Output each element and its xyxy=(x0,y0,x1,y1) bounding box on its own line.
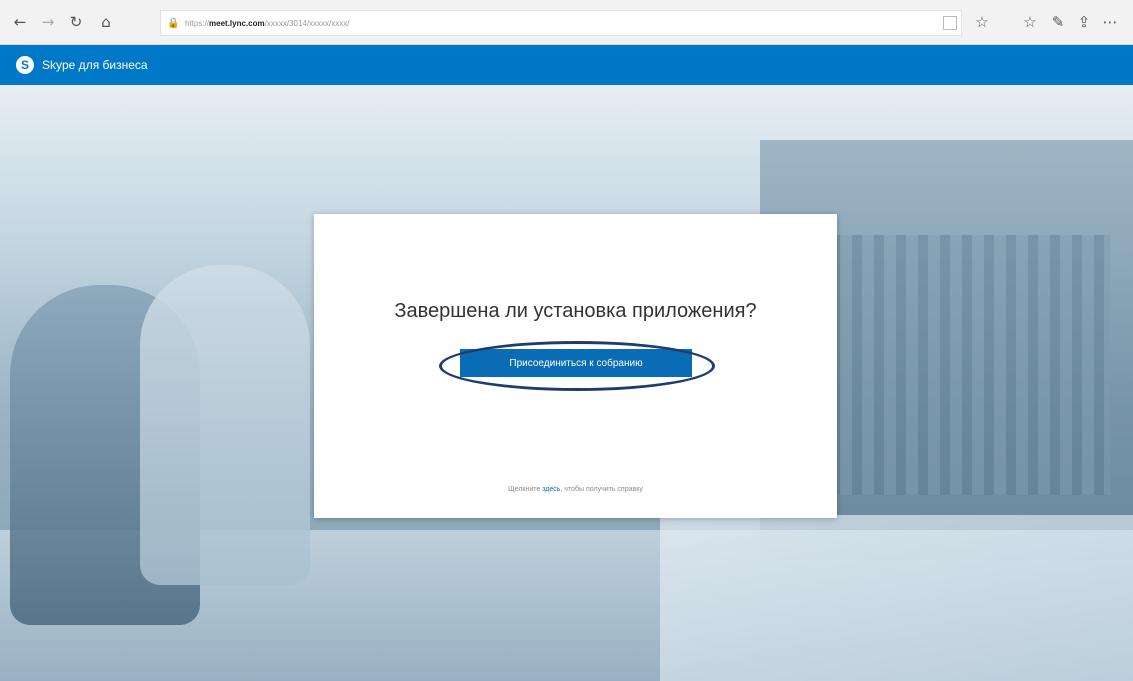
url-host: meet.lync.com xyxy=(209,18,265,28)
more-icon[interactable]: ⋯ xyxy=(1100,12,1120,32)
join-dialog: Завершена ли установка приложения? Присо… xyxy=(314,214,837,518)
highlight-ring xyxy=(439,341,715,391)
help-text: Щелкните здесь, чтобы получить справку xyxy=(314,486,837,493)
reading-view-icon[interactable] xyxy=(943,16,957,30)
app-header: S Skype для бизнеса xyxy=(0,45,1133,85)
forward-arrow-icon[interactable]: → xyxy=(38,12,58,32)
lock-icon: 🔒 xyxy=(167,17,180,29)
url-prefix: https:// xyxy=(185,18,210,28)
dialog-title: Завершена ли установка приложения? xyxy=(394,300,757,322)
home-icon[interactable]: ⌂ xyxy=(96,12,116,32)
skype-logo-icon: S xyxy=(16,56,34,74)
refresh-icon[interactable]: ↻ xyxy=(66,12,86,32)
background-table-right xyxy=(660,515,1133,681)
url-path: /xxxxx/3014/xxxxx/xxxx/ xyxy=(264,18,350,28)
share-icon[interactable]: ⇪ xyxy=(1074,12,1094,32)
address-bar[interactable]: 🔒 https:// meet.lync.com /xxxxx/3014/xxx… xyxy=(160,10,962,36)
favorite-star-icon[interactable]: ☆ xyxy=(972,12,992,32)
app-title: Skype для бизнеса xyxy=(42,58,148,72)
background-shelf xyxy=(830,235,1110,495)
pen-notes-icon[interactable]: ✎ xyxy=(1048,12,1068,32)
favorites-hub-icon[interactable]: ☆ xyxy=(1020,12,1040,32)
browser-toolbar: ← → ↻ ⌂ 🔒 https:// meet.lync.com /xxxxx/… xyxy=(0,0,1133,45)
back-arrow-icon[interactable]: ← xyxy=(10,12,30,32)
help-prefix: Щелкните xyxy=(508,486,543,493)
help-link[interactable]: здесь xyxy=(542,486,560,493)
help-suffix: , чтобы получить справку xyxy=(560,486,643,493)
background-person-right xyxy=(140,265,310,585)
